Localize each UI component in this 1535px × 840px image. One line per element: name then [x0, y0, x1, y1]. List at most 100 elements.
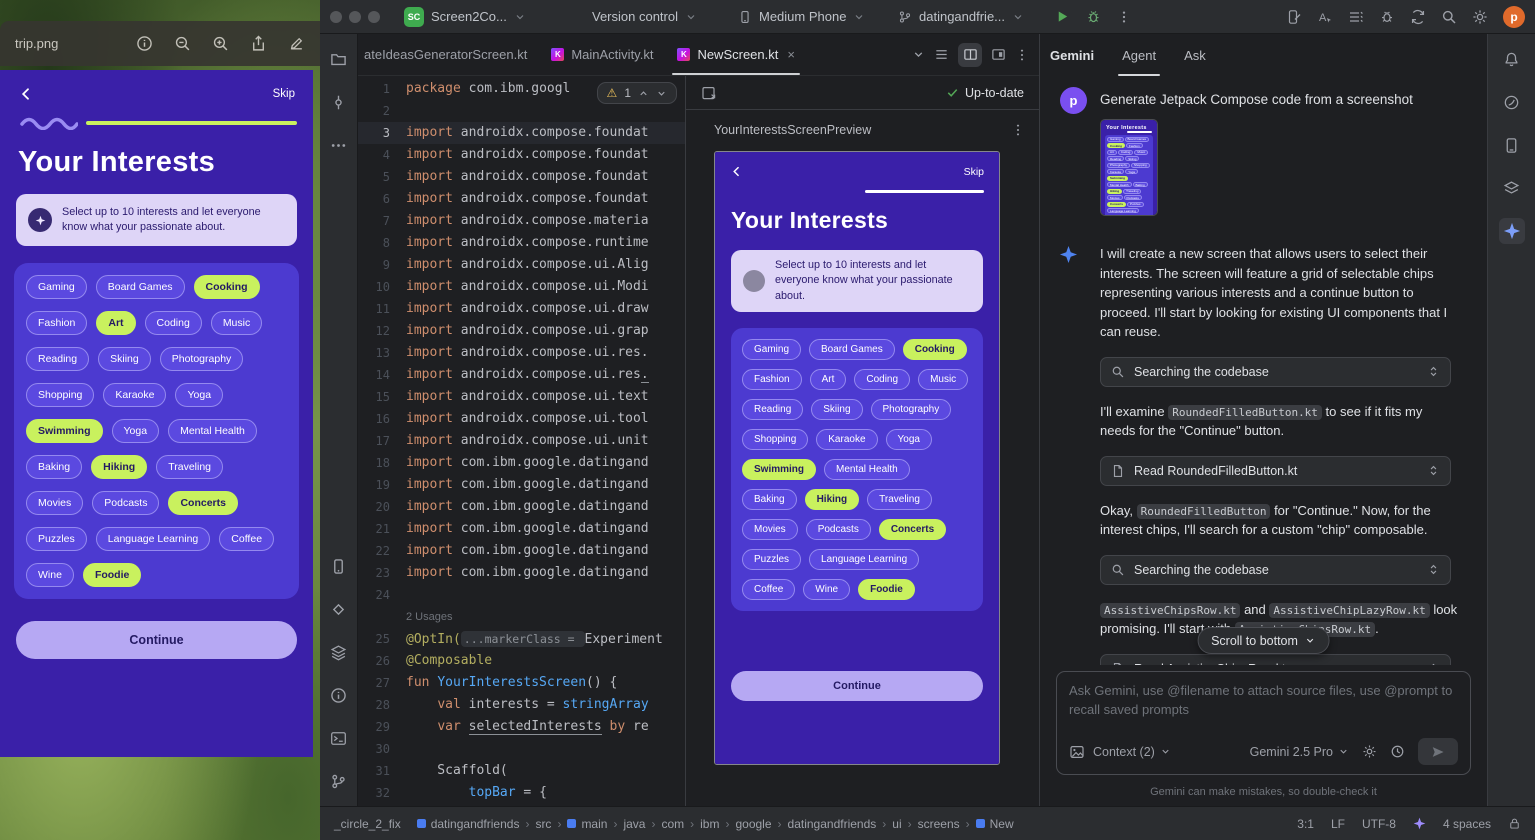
design-view-icon[interactable] — [991, 47, 1006, 62]
tab-list-chevron-icon[interactable] — [912, 48, 925, 61]
window-controls[interactable] — [330, 0, 380, 33]
interest-chip[interactable]: Art — [96, 311, 135, 335]
code-line[interactable]: 32 topBar = { — [358, 782, 685, 804]
device-manager-icon[interactable] — [1499, 132, 1525, 158]
project-tool-icon[interactable] — [326, 46, 352, 72]
interest-chip[interactable]: Yoga — [175, 383, 223, 407]
interest-chip[interactable]: Mental Health — [1107, 182, 1132, 187]
expand-icon[interactable] — [1427, 563, 1440, 576]
interest-chip[interactable]: Language Learning — [96, 527, 211, 551]
settings-icon[interactable] — [1472, 9, 1488, 25]
editor-more-icon[interactable] — [1015, 48, 1029, 62]
info-icon[interactable] — [136, 35, 153, 52]
interest-chip[interactable]: Wine — [803, 579, 850, 600]
line-ending[interactable]: LF — [1331, 817, 1345, 831]
interest-chip[interactable]: Gaming — [1107, 137, 1124, 142]
interest-chip[interactable]: Podcasts — [806, 519, 871, 540]
interest-chip[interactable]: Music — [211, 311, 262, 335]
context-selector[interactable]: Context (2) — [1093, 745, 1171, 759]
attached-screenshot-thumbnail[interactable]: Your Interests GamingBoard GamesCookingF… — [1100, 119, 1158, 216]
commit-tool-icon[interactable] — [326, 89, 352, 115]
version-control-icon[interactable] — [326, 768, 352, 794]
tool-call-card[interactable]: Searching the codebase — [1100, 555, 1451, 585]
gemini-status-icon[interactable] — [1413, 817, 1426, 830]
gemini-tab-agent[interactable]: Agent — [1122, 34, 1156, 76]
interest-chip[interactable]: Reading — [26, 347, 89, 371]
interest-chip[interactable]: Fashion — [26, 311, 87, 335]
git-branch-widget[interactable]: _circle_2_fix — [334, 817, 401, 831]
more-tool-windows-icon[interactable] — [326, 132, 352, 158]
code-line[interactable]: 17import androidx.compose.ui.unit — [358, 430, 685, 452]
interest-chip[interactable]: Mental Health — [824, 459, 910, 480]
breadcrumb-item[interactable]: google — [735, 817, 771, 831]
breadcrumb-item[interactable]: ui — [892, 817, 901, 831]
code-line[interactable]: 20import com.ibm.google.datingand — [358, 496, 685, 518]
run-button[interactable] — [1055, 9, 1070, 24]
code-line[interactable]: 4import androidx.compose.foundat — [358, 144, 685, 166]
interest-chip[interactable]: Board Games — [809, 339, 895, 360]
code-line[interactable]: 14import androidx.compose.ui.res. — [358, 364, 685, 386]
interest-chip[interactable]: Gaming — [742, 339, 801, 360]
preview-name[interactable]: YourInterestsScreenPreview — [714, 123, 871, 137]
interest-chip[interactable]: Movies — [1107, 195, 1123, 200]
code-line[interactable]: 29 var selectedInterests by re — [358, 716, 685, 738]
edit-icon[interactable] — [288, 35, 305, 52]
interest-chip[interactable]: Cooking — [903, 339, 967, 360]
code-line[interactable]: 12import androidx.compose.ui.grap — [358, 320, 685, 342]
code-line[interactable]: 5import androidx.compose.foundat — [358, 166, 685, 188]
search-everywhere-icon[interactable] — [1441, 9, 1457, 25]
interest-chip[interactable]: Puzzles — [742, 549, 801, 570]
code-line[interactable]: 7import androidx.compose.materia — [358, 210, 685, 232]
interest-chip[interactable]: Fashion — [1126, 143, 1143, 148]
preview-more-icon[interactable] — [1011, 123, 1025, 137]
interest-chip[interactable]: Baking — [26, 455, 82, 479]
build-list-icon[interactable] — [1348, 9, 1364, 25]
editor-list-icon[interactable] — [934, 47, 949, 62]
breadcrumb-item[interactable]: datingandfriends — [417, 817, 520, 831]
code-line[interactable]: 9import androidx.compose.ui.Alig — [358, 254, 685, 276]
interest-chip[interactable]: Traveling — [1123, 189, 1141, 194]
inlay-hint-row[interactable]: 2 Usages — [358, 606, 685, 628]
code-line[interactable]: 10import androidx.compose.ui.Modi — [358, 276, 685, 298]
interest-chip[interactable]: Yoga — [1125, 169, 1138, 174]
interest-chip[interactable]: Skiing — [811, 399, 862, 420]
code-line[interactable]: 25@OptIn(...markerClass = Experiment — [358, 628, 685, 650]
interest-chip[interactable]: Concerts — [879, 519, 946, 540]
interest-chip[interactable]: Gaming — [26, 275, 87, 299]
interest-chip[interactable]: Karaoke — [1107, 169, 1124, 174]
breadcrumb-item[interactable]: datingandfriends — [788, 817, 877, 831]
interest-chip[interactable]: Fashion — [742, 369, 802, 390]
resource-manager-icon[interactable] — [1499, 175, 1525, 201]
code-line[interactable]: 19import com.ibm.google.datingand — [358, 474, 685, 496]
interest-chip[interactable]: Hiking — [805, 489, 860, 510]
minimize-window-icon[interactable] — [349, 11, 361, 23]
breadcrumb-item[interactable]: New — [976, 817, 1014, 831]
gemini-tool-icon[interactable] — [1499, 218, 1525, 244]
interest-chip[interactable]: Skiing — [98, 347, 151, 371]
interest-chip[interactable]: Photography — [160, 347, 244, 371]
build-variants-icon[interactable] — [326, 639, 352, 665]
gradle-icon[interactable] — [1499, 89, 1525, 115]
interest-chip[interactable]: Cooking — [194, 275, 260, 299]
interest-chip[interactable]: Language Learning — [809, 549, 919, 570]
code-line[interactable]: 28 val interests = stringArray — [358, 694, 685, 716]
zoom-out-icon[interactable] — [174, 35, 191, 52]
code-line[interactable]: 22import com.ibm.google.datingand — [358, 540, 685, 562]
interest-chip[interactable]: Coffee — [1107, 215, 1122, 216]
interest-chip[interactable]: Swimming — [742, 459, 816, 480]
prev-problem-icon[interactable] — [638, 88, 649, 99]
run-config-selector[interactable]: datingandfrie... — [898, 0, 1024, 33]
breadcrumb-item[interactable]: ibm — [700, 817, 719, 831]
continue-button[interactable]: Continue — [16, 621, 297, 659]
more-actions-icon[interactable] — [1117, 10, 1131, 24]
interest-chip[interactable]: Skiing — [1125, 156, 1139, 161]
code-line[interactable]: 15import androidx.compose.ui.text — [358, 386, 685, 408]
interest-chip[interactable]: Yoga — [112, 419, 160, 443]
interest-chip[interactable]: Swimming — [1107, 176, 1128, 181]
breadcrumb-item[interactable]: screens — [918, 817, 960, 831]
interest-chip[interactable]: Swimming — [26, 419, 103, 443]
interest-chip[interactable]: Photography — [871, 399, 952, 420]
editor-tab[interactable]: KNewScreen.kt× — [665, 34, 807, 75]
code-line[interactable]: 3import androidx.compose.foundat — [358, 122, 685, 144]
interest-chip[interactable]: Music — [1134, 150, 1148, 155]
